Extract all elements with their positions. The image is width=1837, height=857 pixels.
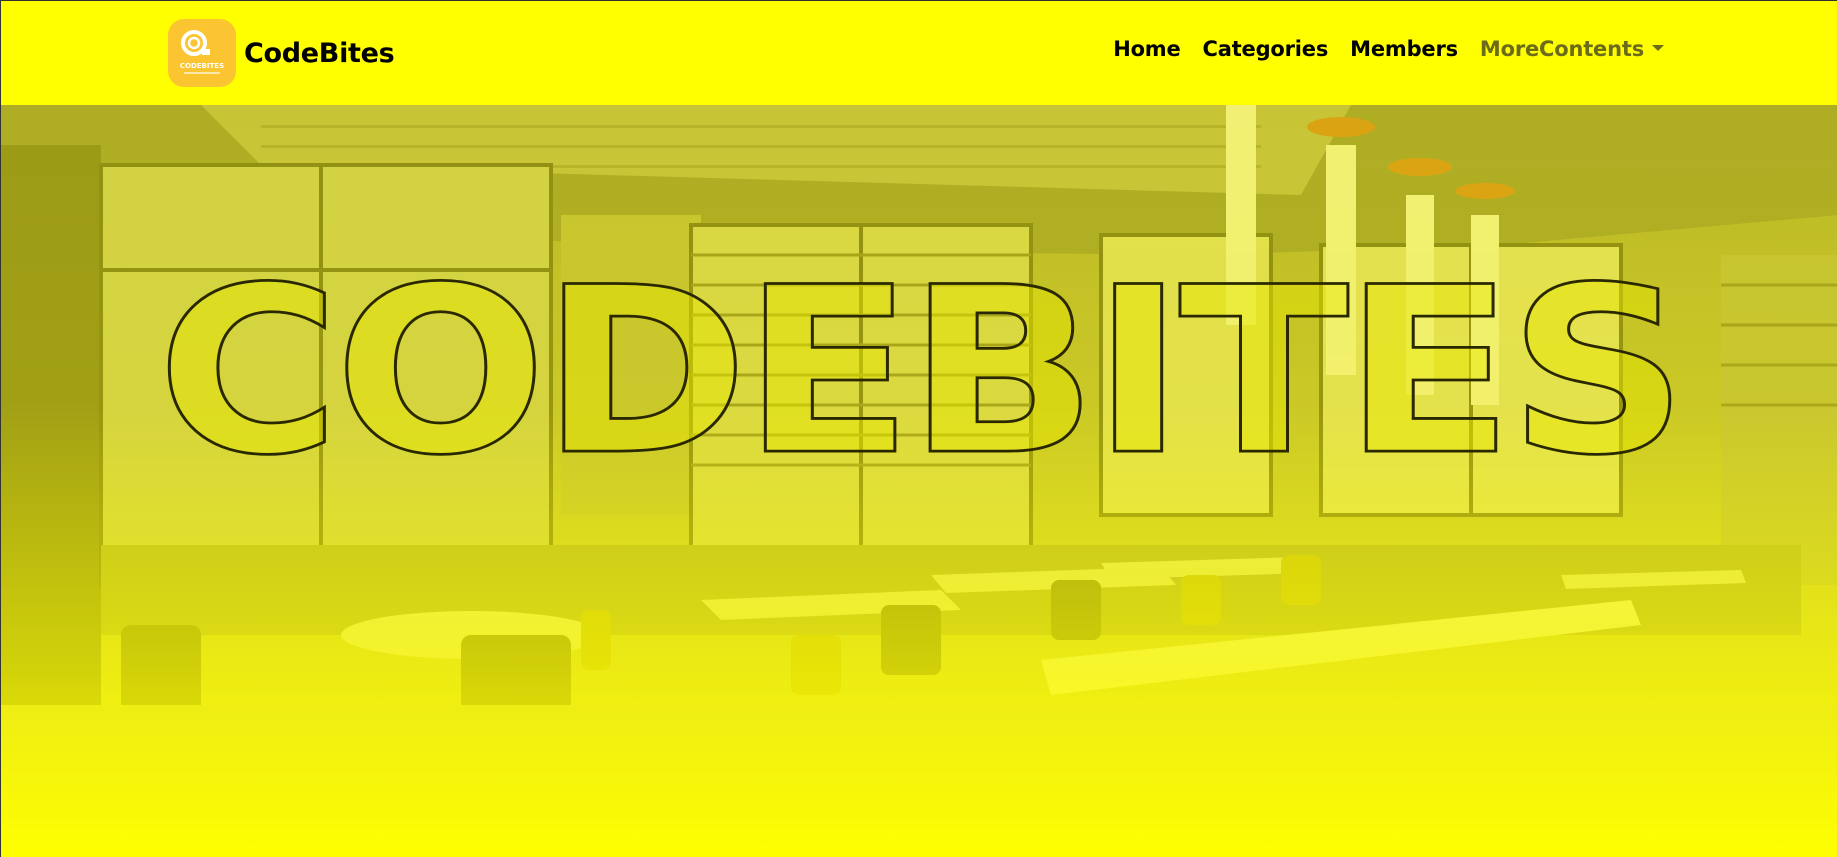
navbar: CODEBITES CodeBites Home Categories Memb…: [1, 1, 1837, 105]
hero-title: CODEBITES: [155, 237, 1689, 506]
brand-link[interactable]: CODEBITES CodeBites: [168, 19, 395, 87]
nav-categories[interactable]: Categories: [1203, 37, 1329, 61]
nav-home[interactable]: Home: [1113, 37, 1181, 61]
main-nav: Home Categories Members MoreContents: [1091, 37, 1664, 61]
caret-down-icon: [1652, 45, 1664, 51]
nav-members[interactable]: Members: [1350, 37, 1458, 61]
hero-section: CODEBITES: [1, 105, 1837, 857]
nav-morecontents-dropdown[interactable]: MoreContents: [1480, 37, 1664, 61]
nav-morecontents-label: MoreContents: [1479, 37, 1644, 61]
logo-text: CODEBITES: [180, 62, 224, 70]
brand-name: CodeBites: [244, 37, 395, 69]
codebites-logo: CODEBITES: [168, 19, 236, 87]
page: CODEBITES CodeBites Home Categories Memb…: [0, 0, 1837, 857]
